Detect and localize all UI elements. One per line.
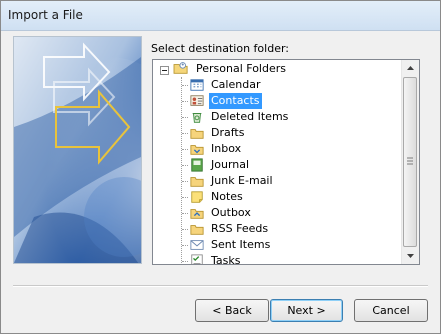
folder-icon [190, 177, 204, 187]
tree-connector [182, 261, 188, 262]
tree-item-contacts[interactable]: Contacts [153, 92, 393, 110]
window-title: Import a File [8, 8, 83, 22]
inbox-icon [190, 145, 204, 155]
tasks-icon [191, 254, 203, 264]
title-bar: Import a File [1, 1, 440, 31]
tree-item-label: Contacts [208, 92, 263, 110]
scroll-down-button[interactable] [403, 248, 418, 264]
tree-item-calendar[interactable]: Calendar [153, 77, 393, 93]
tree-connector [182, 101, 188, 102]
folder-icon [190, 225, 204, 235]
tree-connector [182, 197, 188, 198]
tree-connector [182, 149, 188, 150]
tree-item-journal[interactable]: Journal [153, 157, 393, 173]
tree-vertical-scrollbar[interactable] [401, 60, 419, 264]
sent-items-icon [190, 240, 204, 250]
folder-tree[interactable]: Personal Folders Calendar Contacts Deleted… [152, 59, 420, 265]
tree-connector [182, 181, 188, 182]
banner-arrows-graphic [14, 37, 141, 263]
tree-connector [182, 245, 188, 246]
contacts-icon [190, 95, 204, 106]
tree-root-personal-folders[interactable]: Personal Folders [153, 61, 403, 77]
tree-item-sent-items[interactable]: Sent Items [153, 237, 393, 253]
wizard-banner-image [13, 36, 142, 264]
tree-item-label: Calendar [211, 78, 261, 91]
tree-item-label: Journal [211, 158, 250, 171]
folder-icon [190, 129, 204, 139]
tree-item-label: Inbox [211, 142, 242, 155]
destination-folder-prompt: Select destination folder: [151, 42, 290, 55]
tree-item-inbox[interactable]: Inbox [153, 141, 393, 157]
tree-connector [182, 229, 188, 230]
tree-item-drafts[interactable]: Drafts [153, 125, 393, 141]
scroll-down-arrow-icon [407, 254, 414, 258]
tree-item-junk-e-mail[interactable]: Junk E-mail [153, 173, 393, 189]
tree-item-tasks[interactable]: Tasks [153, 253, 393, 265]
tree-item-notes[interactable]: Notes [153, 189, 393, 205]
tree-connector [182, 213, 188, 214]
back-button[interactable]: < Back [195, 299, 269, 322]
tree-item-deleted-items[interactable]: Deleted Items [153, 109, 393, 125]
journal-icon [191, 158, 203, 172]
tree-item-rss-feeds[interactable]: RSS Feeds [153, 221, 393, 237]
personal-folders-icon [173, 62, 188, 74]
tree-connector [182, 85, 188, 86]
tree-item-label: Outbox [211, 206, 251, 219]
tree-item-label: Sent Items [211, 238, 271, 251]
import-file-dialog: Import a File Select destination folder:… [0, 0, 441, 334]
tree-connector [182, 133, 188, 134]
collapse-toggle-icon[interactable] [160, 66, 169, 75]
tree-item-outbox[interactable]: Outbox [153, 205, 393, 221]
tree-root-label: Personal Folders [196, 62, 286, 75]
notes-icon [191, 191, 203, 203]
deleted-items-icon [192, 113, 202, 123]
tree-item-label: Drafts [211, 126, 245, 139]
tree-item-label: Tasks [211, 254, 241, 265]
tree-connector [182, 117, 188, 118]
tree-item-label: Junk E-mail [211, 174, 273, 187]
scroll-grip-icon [407, 157, 413, 165]
cancel-button[interactable]: Cancel [354, 299, 428, 322]
scroll-up-button[interactable] [403, 60, 418, 76]
footer-separator [13, 285, 428, 287]
next-button[interactable]: Next > [270, 299, 343, 322]
tree-item-label: Deleted Items [211, 110, 289, 123]
scroll-thumb[interactable] [403, 77, 417, 247]
tree-item-label: Notes [211, 190, 243, 203]
outbox-icon [190, 209, 204, 219]
tree-item-label: RSS Feeds [211, 222, 269, 235]
calendar-icon [190, 79, 204, 91]
tree-connector [182, 165, 188, 166]
scroll-up-arrow-icon [407, 66, 414, 70]
